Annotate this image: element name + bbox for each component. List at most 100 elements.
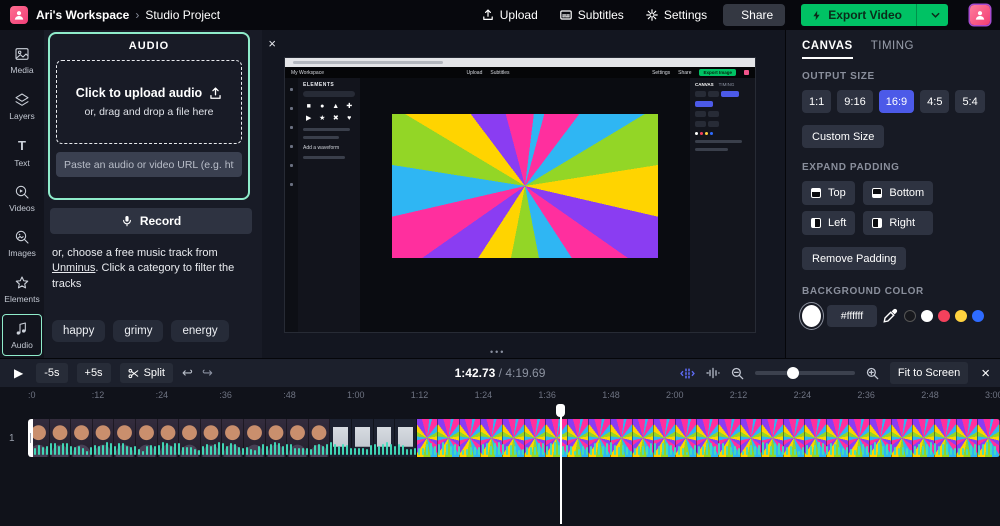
close-audio-panel-button[interactable]: × [268,36,276,51]
waveform-bar [490,446,492,456]
color-swatch[interactable] [972,310,984,322]
user-avatar[interactable] [970,5,990,25]
waveform-bar [394,446,396,455]
split-button[interactable]: Split [120,363,173,383]
zoom-out-icon[interactable] [731,367,744,380]
audio-icon [14,321,30,337]
play-button[interactable]: ▶ [10,366,27,380]
ratio-4:5[interactable]: 4:5 [920,90,949,113]
shape-icon[interactable]: ★ [317,113,329,123]
color-swatch[interactable] [955,310,967,322]
settings-button[interactable]: Settings [646,8,707,22]
audio-tag-happy[interactable]: happy [52,320,105,342]
waveform-bar [70,446,72,455]
waveform-bar [894,447,896,455]
record-button[interactable]: Record [50,208,252,234]
video-track-clip[interactable] [28,419,1000,457]
shape-icon[interactable]: ♥ [344,113,356,123]
waveform-bar [182,447,184,455]
fit-to-screen-button[interactable]: Fit to Screen [890,362,968,384]
waveform-bar [390,444,392,455]
color-swatch[interactable] [921,310,933,322]
zoom-slider[interactable] [755,371,855,375]
top-bar: Ari's Workspace › Studio Project Upload … [0,0,1000,30]
waveform-bar [322,446,324,455]
unminus-link[interactable]: Unminus [52,262,95,274]
color-swatch[interactable] [938,310,950,322]
shape-icon[interactable]: ■ [303,101,315,111]
ratio-9:16[interactable]: 9:16 [837,90,872,113]
waveform-bar [614,445,616,455]
waveform-bar [302,448,304,455]
timeline-ruler[interactable]: :0:12:24:36:481:001:121:241:361:482:002:… [0,387,1000,403]
sidebar-item-media[interactable]: Media [0,38,44,84]
tab-timing[interactable]: TIMING [871,40,914,59]
waveform-bar [438,444,440,456]
subtitles-icon [560,9,572,21]
sidebar-item-audio[interactable]: Audio [0,312,44,358]
redo-button[interactable]: ↪ [202,365,213,381]
chevron-down-icon[interactable] [923,12,948,18]
waveform-bar [146,446,148,455]
waveform-bar [142,451,144,455]
playhead-handle[interactable] [556,404,565,417]
ratio-1:1[interactable]: 1:1 [802,90,831,113]
video-preview[interactable]: My Workspace Upload Subtitles Settings S… [285,58,755,332]
waveform-bar [222,443,224,455]
color-swatch[interactable] [904,310,916,322]
sidebar-item-label: Layers [9,111,35,121]
undo-button[interactable]: ↩ [182,365,193,381]
sidebar-item-videos[interactable]: Videos [0,175,44,221]
shape-icon[interactable]: ▶ [303,113,315,123]
audio-tag-grimy[interactable]: grimy [113,320,163,342]
timeline-toolbar: ▶ -5s +5s Split ↩ ↪ 1:42.73 / 4:19.69 Fi… [0,359,1000,387]
sidebar-item-text[interactable]: TText [0,129,44,175]
shape-icon[interactable]: ✖ [330,113,342,123]
panel-resize-handle[interactable]: ••• [490,347,505,357]
ratio-16:9[interactable]: 16:9 [879,90,914,113]
forward-5s-button[interactable]: +5s [77,363,111,383]
padding-right-button[interactable]: Right [863,211,933,235]
shape-icon[interactable]: ● [317,101,329,111]
padding-bottom-button[interactable]: Bottom [863,181,933,205]
audio-tag-energy[interactable]: energy [171,320,228,342]
subtitles-button[interactable]: Subtitles [560,8,624,22]
waveform-bar [310,449,312,455]
waveform-bar [766,443,768,455]
waveform-bar [434,446,436,456]
shape-icon[interactable]: ✚ [344,101,356,111]
padding-left-button[interactable]: Left [802,211,855,235]
sidebar-item-elements[interactable]: Elements [0,267,44,313]
close-timeline-button[interactable]: × [979,365,992,382]
remove-padding-button[interactable]: Remove Padding [802,247,906,270]
workspace-logo[interactable] [10,6,28,24]
waveform-bar [402,445,404,455]
project-name[interactable]: Studio Project [145,8,220,22]
snapping-toggle-icon[interactable] [680,368,695,379]
hex-color-input[interactable]: #ffffff [827,305,877,327]
selected-color-swatch[interactable] [802,305,821,327]
zoom-slider-knob[interactable] [787,367,799,379]
zoom-in-icon[interactable] [866,367,879,380]
elements-icon [14,275,30,291]
sidebar-item-layers[interactable]: Layers [0,84,44,130]
clip-trim-handle[interactable] [28,419,33,457]
custom-size-button[interactable]: Custom Size [802,125,884,148]
waveform-toggle-icon[interactable] [706,367,720,379]
eyedropper-icon[interactable] [883,308,898,324]
person-icon [974,9,986,21]
tab-canvas[interactable]: CANVAS [802,40,853,59]
rewind-5s-button[interactable]: -5s [36,363,67,383]
audio-url-input[interactable] [56,152,242,177]
shape-icon[interactable]: ▲ [330,101,342,111]
sidebar-item-images[interactable]: Images [0,221,44,267]
upload-dropzone[interactable]: Click to upload audio or, drag and drop … [56,60,242,144]
padding-top-button[interactable]: Top [802,181,855,205]
share-button[interactable]: Share [723,4,785,26]
waveform-bar [678,446,680,455]
upload-button[interactable]: Upload [482,8,538,22]
workspace-name[interactable]: Ari's Workspace [36,8,129,22]
ratio-5:4[interactable]: 5:4 [955,90,984,113]
export-video-button[interactable]: Export Video [801,4,948,26]
waveform-bar [782,446,784,455]
